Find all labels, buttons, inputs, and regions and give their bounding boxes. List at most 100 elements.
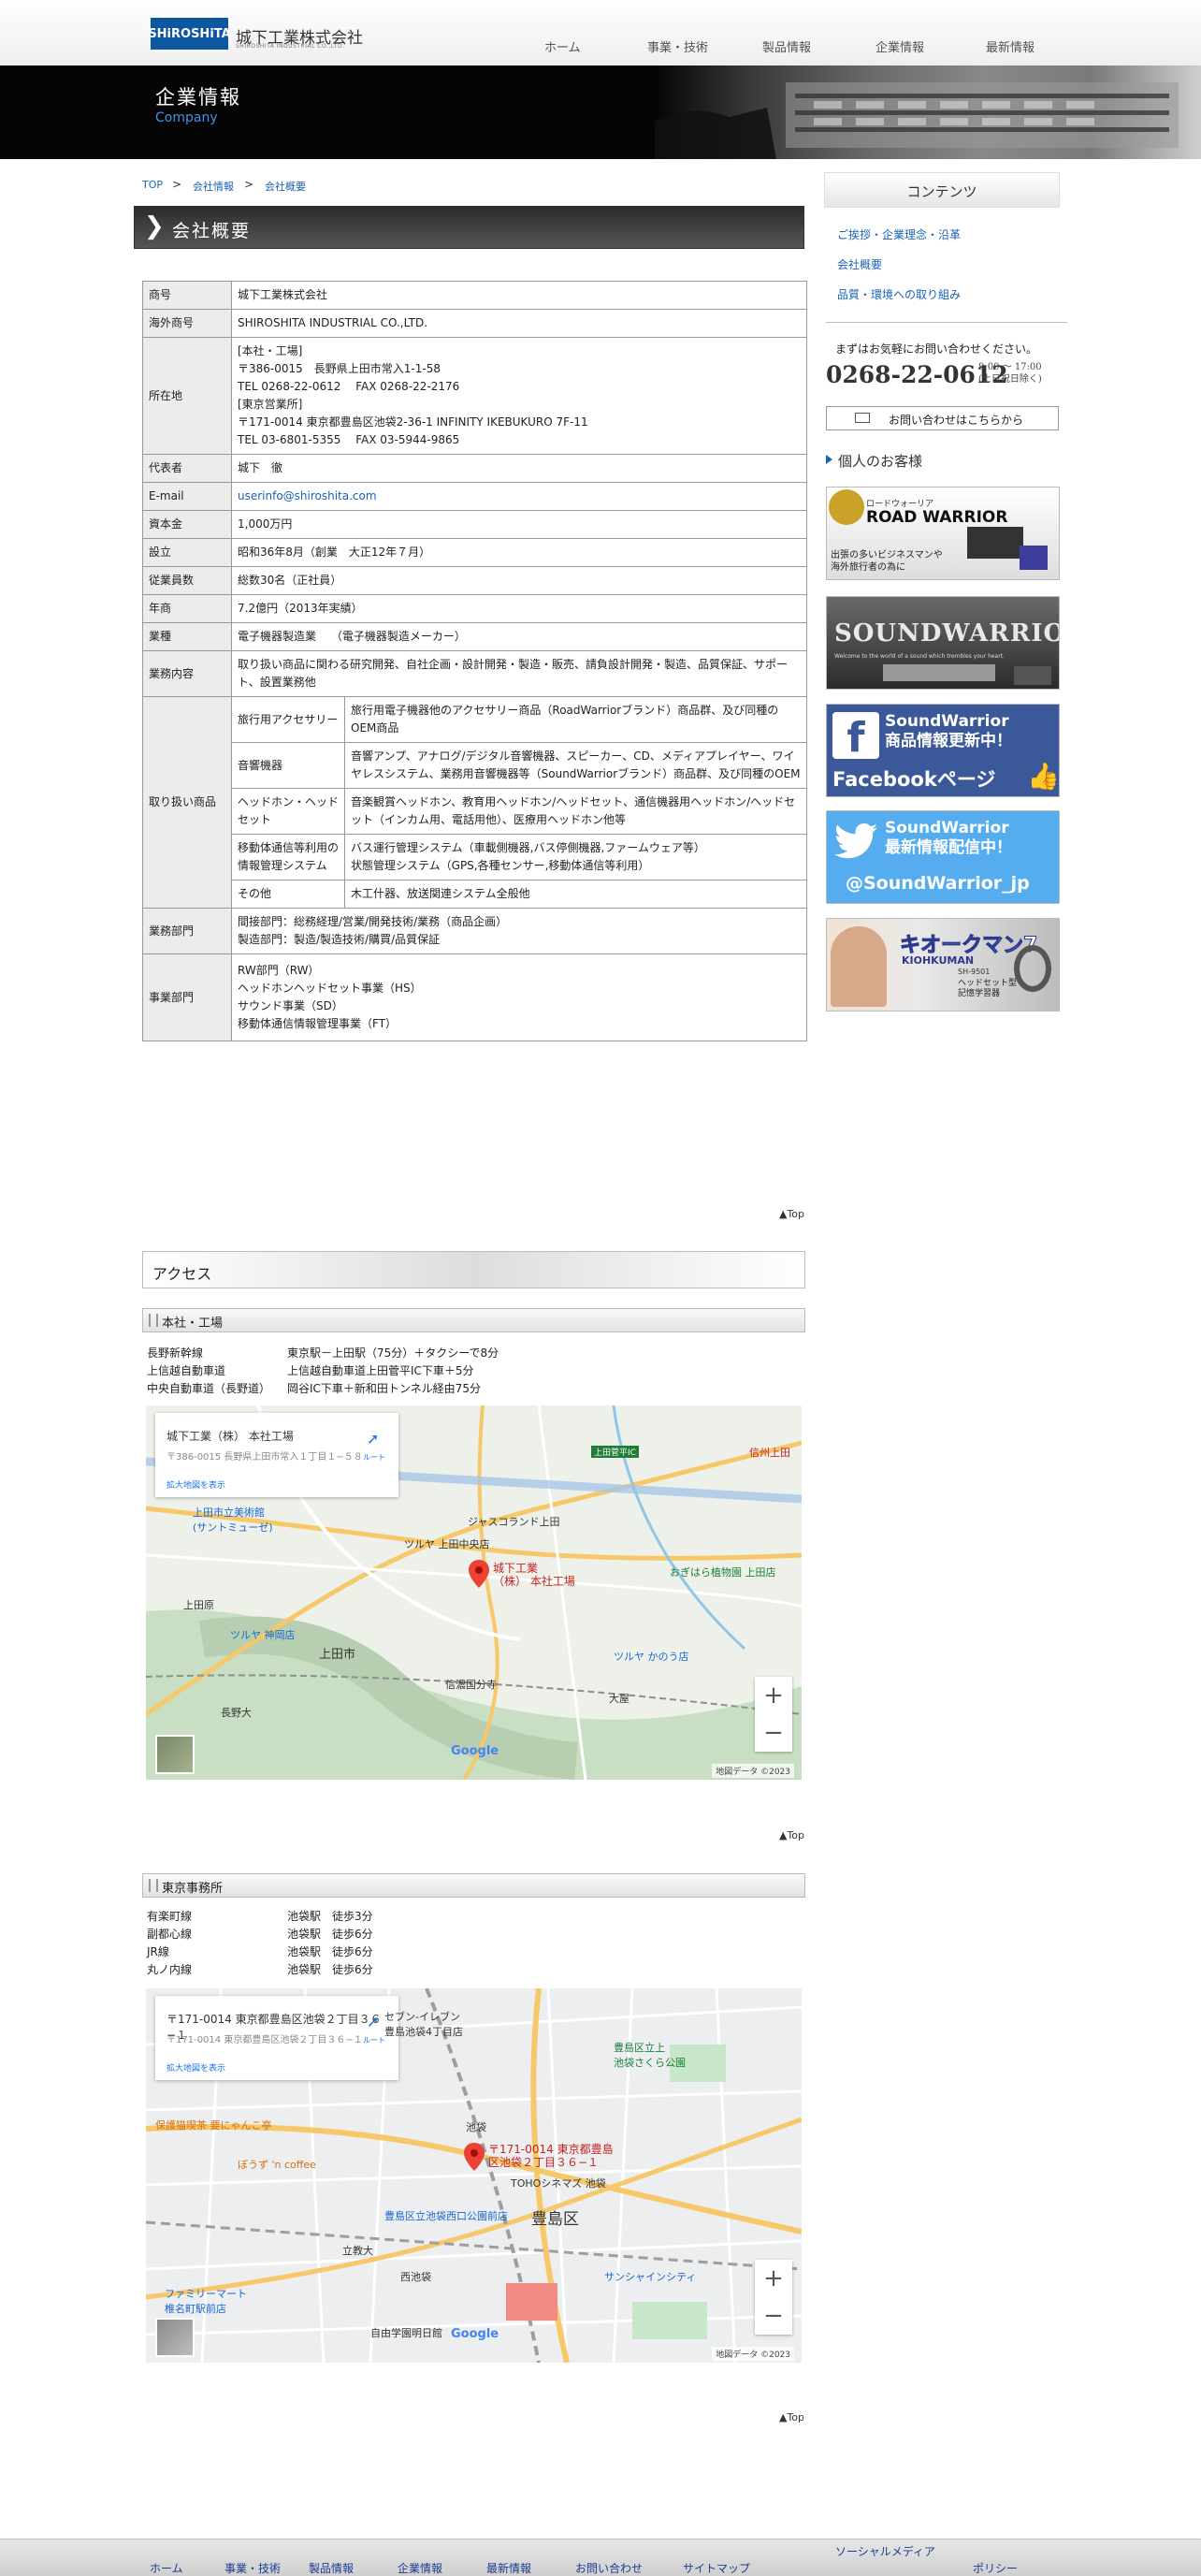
satellite-toggle[interactable] — [155, 1735, 195, 1774]
back-to-top-link[interactable]: ▲Top — [779, 2411, 804, 2423]
row-value: 城下 徹 — [231, 454, 807, 483]
product-description: 音響アンプ、アナログ/デジタル音響機器、スピーカー、CD、メディアプレイヤー、ワ… — [344, 742, 807, 789]
footer-link[interactable]: ソーシャルメディア — [835, 2543, 935, 2559]
product-image — [1020, 546, 1048, 570]
address-line: TEL 03-6801-5355 FAX 03-5944-9865 — [238, 433, 460, 446]
product-description: 木工什器、放送関連システム全般他 — [344, 880, 807, 909]
bar-icon — [149, 1314, 158, 1327]
logo-mark[interactable]: SHiROSHiTA — [148, 18, 231, 50]
tokyo-map[interactable]: 〒171-0014 東京都豊島区池袋２丁目３６−１ 〒171-0014 東京都豊… — [146, 1988, 802, 2363]
map-larger-link[interactable]: 拡大地図を表示 — [166, 2061, 225, 2074]
sidebar-heading-text: コンテンツ — [906, 183, 977, 200]
site-footer: ホーム 事業・技術 製品情報 企業情報 最新情報 お問い合わせ サイトマップ ソ… — [0, 2539, 1201, 2576]
map-place-label: ツルヤ 上田中央店 — [404, 1538, 490, 1550]
directions-icon[interactable]: ➚ — [367, 2013, 385, 2031]
product-image — [967, 527, 1023, 559]
ad-facebook[interactable]: f SoundWarrior 商品情報更新中！ Facebookページ 👍 — [826, 704, 1060, 797]
zoom-out-button[interactable]: − — [755, 1714, 792, 1752]
satellite-toggle[interactable] — [155, 2318, 195, 2357]
route-line: 中央自動車道（長野道） — [147, 1382, 271, 1395]
envelope-icon — [855, 413, 870, 423]
row-label: 業務内容 — [142, 650, 232, 697]
map-larger-link[interactable]: 拡大地図を表示 — [166, 1478, 225, 1491]
product-category: ヘッドホン・ヘッドセット — [231, 788, 345, 835]
footer-link[interactable]: お問い合わせ — [575, 2560, 643, 2576]
map-place-label: ファミリーマート 椎名町駅前店 — [165, 2288, 247, 2315]
ad-caption: 出張の多いビジネスマンや 海外旅行者の為に — [831, 550, 943, 573]
sidebar-link-profile[interactable]: 会社概要 — [837, 256, 882, 272]
back-to-top-link[interactable]: ▲Top — [779, 1829, 804, 1841]
route-desc: 岡谷IC下車＋新和田トンネル経由75分 — [287, 1382, 481, 1395]
breadcrumb-company-profile[interactable]: 会社概要 — [265, 179, 306, 194]
nav-home[interactable]: ホーム — [544, 37, 581, 55]
row-label: 年商 — [142, 594, 232, 623]
nav-news[interactable]: 最新情報 — [986, 37, 1035, 55]
map-marker-icon[interactable] — [464, 2143, 485, 2171]
hq-map[interactable]: 城下工業（株） 本社工場 〒386-0015 長野県上田市常入１丁目１−５８ 拡… — [146, 1405, 802, 1780]
row-label: 業種 — [142, 622, 232, 651]
row-label: 業務部門 — [142, 908, 232, 954]
bar-icon — [149, 1879, 158, 1892]
map-zoom-controls: + − — [755, 1677, 792, 1752]
footer-link[interactable]: サイトマップ — [683, 2560, 750, 2576]
zoom-out-button[interactable]: − — [755, 2297, 792, 2335]
page-title: 企業情報 — [155, 86, 241, 109]
sidebar-link-greeting[interactable]: ご挨拶・企業理念・沿革 — [837, 226, 961, 242]
email-link[interactable]: userinfo@shiroshita.com — [238, 489, 377, 502]
nav-business[interactable]: 事業・技術 — [647, 37, 708, 55]
ad-road-warrior[interactable]: ロードウォーリア ROAD WARRIOR 出張の多いビジネスマンや 海外旅行者… — [826, 487, 1060, 580]
route-line: 有楽町線 — [147, 1910, 193, 1923]
zoom-in-button[interactable]: + — [755, 1677, 792, 1714]
breadcrumb-top[interactable]: TOP — [142, 179, 163, 191]
footer-link[interactable]: 製品情報 — [309, 2560, 354, 2576]
nav-company[interactable]: 企業情報 — [875, 37, 924, 55]
nav-products[interactable]: 製品情報 — [762, 37, 811, 55]
table-row: 代表者 城下 徹 — [142, 454, 807, 483]
product-description: 旅行用電子機器他のアクセサリー商品（RoadWarriorブランド）商品群、及び… — [344, 696, 807, 743]
address-line: 〒171-0014 東京都豊島区池袋2-36-1 INFINITY IKEBUK… — [238, 415, 588, 429]
sidebar-heading: コンテンツ — [824, 172, 1060, 208]
row-label: 海外商号 — [142, 309, 232, 338]
footer-link[interactable]: 企業情報 — [398, 2560, 442, 2576]
ad-model: SH-9501 — [958, 968, 991, 976]
breadcrumb-company-info[interactable]: 会社情報 — [193, 179, 234, 194]
map-info-card: 城下工業（株） 本社工場 〒386-0015 長野県上田市常入１丁目１−５８ 拡… — [155, 1413, 398, 1497]
zoom-in-button[interactable]: + — [755, 2260, 792, 2297]
address-line: [本社・工場] — [238, 344, 303, 357]
map-copyright: 地図データ ©2023 — [712, 1764, 794, 1778]
contact-button[interactable]: お問い合わせはこちらから — [826, 406, 1059, 430]
map-card-address: 〒171-0014 東京都豊島区池袋２丁目３６−１ — [166, 2035, 363, 2045]
ad-twitter[interactable]: SoundWarrior 最新情報配信中！ @SoundWarrior_jp — [826, 810, 1060, 904]
ad-title: SoundWarrior 最新情報配信中！ — [885, 819, 1012, 857]
row-value: 城下工業株式会社 — [231, 281, 807, 310]
biz-line: ヘッドホンヘッドセット事業（HS） — [238, 982, 422, 995]
footer-link[interactable]: ホーム — [150, 2560, 183, 2576]
directions-label[interactable]: ルート — [363, 1452, 385, 1463]
table-row: 音響機器 音響アンプ、アナログ/デジタル音響機器、スピーカー、CD、メディアプレ… — [143, 742, 807, 789]
sidebar-link-quality[interactable]: 品質・環境への取り組み — [837, 286, 961, 302]
footer-link[interactable]: ポリシー — [973, 2560, 1018, 2576]
footer-link[interactable]: 事業・技術 — [224, 2560, 281, 2576]
directions-label[interactable]: ルート — [363, 2035, 385, 2045]
biz-line: 移動体通信情報管理事業（FT） — [238, 1017, 398, 1030]
dept-line: 間接部門：総務経理/営業/開発技術/業務（商品企画） — [238, 915, 508, 928]
row-value: 7.2億円（2013年実績） — [231, 594, 807, 623]
ad-kiohkuman[interactable]: キオークマン7 KIOHKUMAN SH-9501 ヘッドセット型 記憶学習器 — [826, 918, 1060, 1011]
route-line: 上信越自動車道 — [147, 1364, 226, 1377]
table-row: 設立 昭和36年8月（創業 大正12年７月） — [142, 538, 807, 567]
directions-icon[interactable]: ➚ — [367, 1430, 385, 1448]
back-to-top-link[interactable]: ▲Top — [779, 1208, 804, 1220]
route-desc: 池袋駅 徒歩3分 — [287, 1910, 373, 1923]
address-line: [東京営業所] — [238, 398, 303, 411]
row-label: 従業員数 — [142, 566, 232, 595]
map-place-label: ツルヤ 神岡店 — [230, 1629, 296, 1641]
footer-link[interactable]: 最新情報 — [486, 2560, 531, 2576]
access-heading: アクセス — [142, 1251, 805, 1288]
facebook-icon: f — [832, 712, 879, 762]
product-description: 音楽観賞ヘッドホン、教育用ヘッドホン/ヘッドセット、通信機器用ヘッドホン/ヘッド… — [344, 788, 807, 835]
breadcrumb-separator: > — [172, 178, 182, 191]
ad-sound-warrior[interactable]: SOUNDWARRIOR Welcome to the world of a s… — [826, 596, 1060, 690]
table-row: 移動体通信等利用の情報管理システム バス運行管理システム（車載側機器,バス停側機… — [143, 834, 807, 880]
map-marker-label: 〒171-0014 東京都豊島 区池袋２丁目３６−１ — [488, 2143, 614, 2169]
map-marker-icon[interactable] — [469, 1560, 489, 1588]
